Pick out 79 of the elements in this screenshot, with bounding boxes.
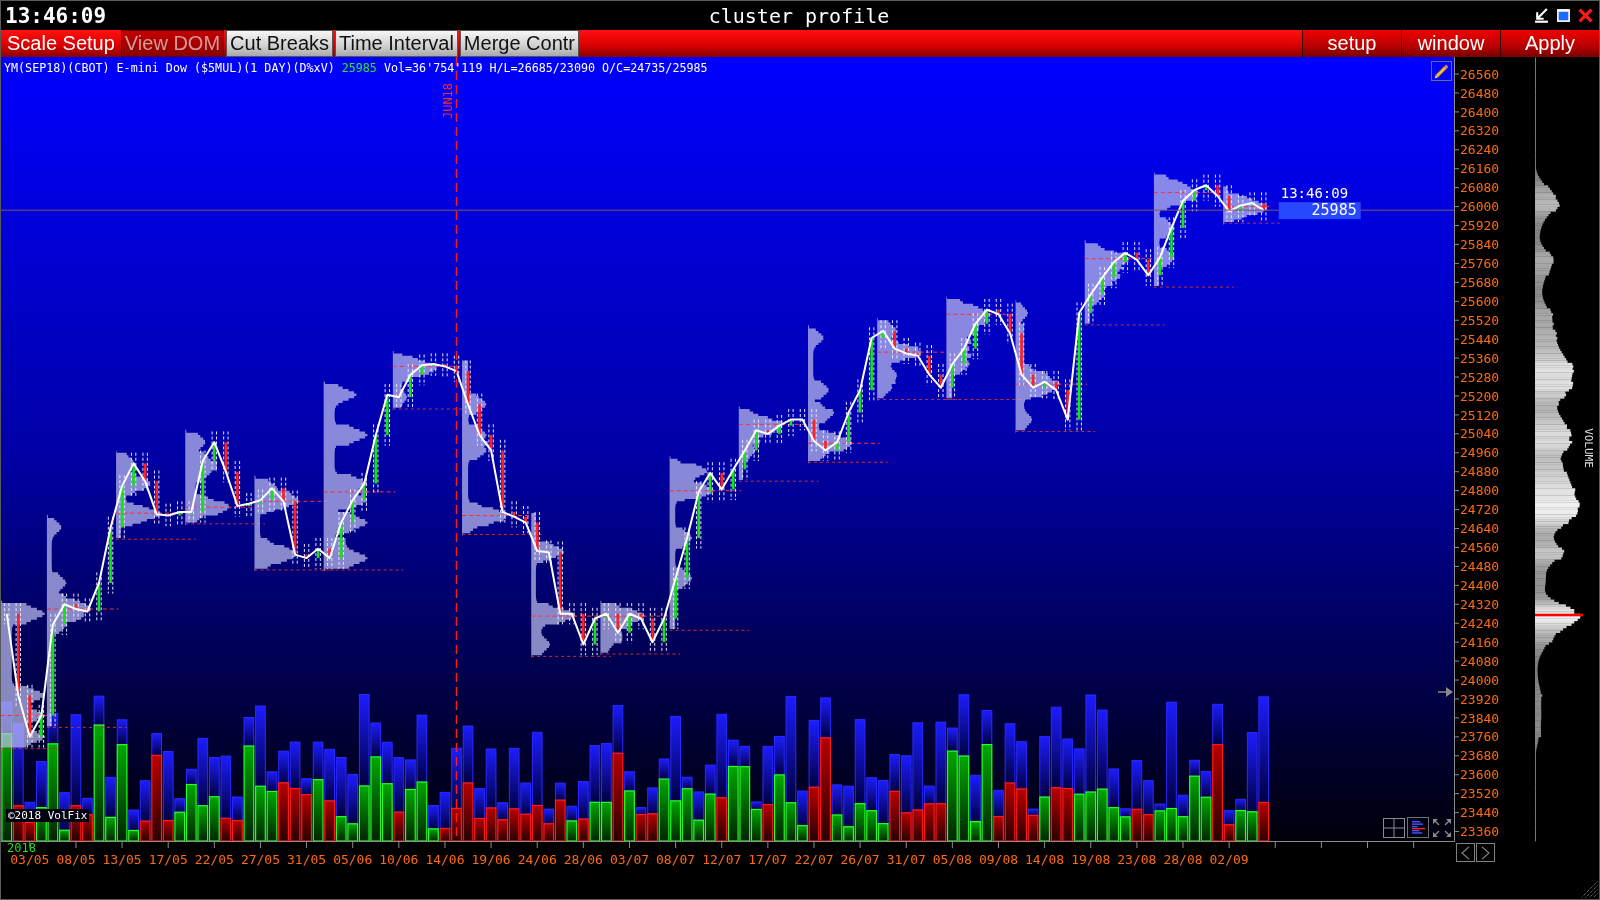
price-axis-label: 23920: [1460, 691, 1500, 707]
price-axis-label: 25920: [1460, 218, 1500, 234]
price-axis-label: 23440: [1460, 805, 1500, 821]
date-axis-label: 28/06: [563, 852, 603, 867]
date-axis-label: 08/05: [56, 852, 96, 867]
date-axis-label: 28/08: [1163, 852, 1203, 867]
price-axis-label: 26480: [1460, 85, 1500, 101]
date-axis-label: 13/05: [102, 852, 142, 867]
last-price-value: 25985: [341, 61, 377, 75]
date-axis-label: 10/06: [379, 852, 419, 867]
price-axis-label: 26240: [1460, 142, 1500, 158]
price-axis-label: 26400: [1460, 104, 1500, 120]
date-axis-label: 24/06: [517, 852, 557, 867]
price-axis-label: 23600: [1460, 767, 1500, 783]
price-axis-label: 24000: [1460, 672, 1500, 688]
clock: 13:46:09: [5, 3, 107, 28]
price-axis-label: 25440: [1460, 331, 1500, 347]
contract-label: JUN18: [440, 82, 455, 120]
date-axis-label: 09/08: [978, 852, 1019, 867]
price-axis-label: 24480: [1460, 559, 1500, 574]
price-axis-label: 23520: [1460, 786, 1500, 802]
price-axis-label: 24800: [1460, 483, 1500, 499]
price-axis-label: 25600: [1460, 293, 1500, 309]
date-axis-label: 08/07: [656, 852, 696, 867]
price-axis-label: 23760: [1460, 729, 1500, 745]
price-axis-label: 25040: [1460, 426, 1500, 442]
chart-info-text: Vol=36'754'119 H/L=26685/23090 O/C=24735/25985: [383, 61, 708, 75]
date-axis-label: 17/07: [748, 852, 788, 867]
date-axis-label: 27/05: [240, 852, 281, 867]
date-axis-label: 12/07: [702, 852, 742, 867]
date-axis-label: 03/05: [10, 852, 50, 867]
year-label: 2018: [7, 841, 36, 855]
price-axis-label: 24160: [1460, 634, 1500, 650]
price-axis-label: 26560: [1460, 66, 1500, 82]
date-axis-label: 22/07: [794, 852, 834, 867]
price-axis-label: 24080: [1460, 653, 1500, 669]
date-axis-label: 14/08: [1025, 852, 1065, 867]
price-axis-label: 25200: [1460, 388, 1500, 404]
price-axis-label: 24640: [1460, 521, 1500, 537]
price-axis-label: 23360: [1460, 824, 1500, 840]
price-axis-label: 25360: [1460, 350, 1500, 366]
date-axis-label: 03/07: [609, 852, 650, 867]
price-axis-label: 24400: [1460, 577, 1500, 593]
price-axis-label: 25120: [1460, 407, 1500, 423]
price-axis-label: 24880: [1460, 464, 1500, 480]
volume-label: VOLUME: [1582, 428, 1595, 468]
price-axis-label: 23840: [1460, 710, 1500, 726]
date-axis-label: 14/06: [425, 852, 465, 867]
price-axis-label: 25760: [1460, 256, 1500, 271]
date-axis-label: 22/05: [194, 852, 234, 867]
price-axis-label: 25280: [1460, 369, 1500, 385]
date-axis-label: 02/09: [1209, 852, 1249, 867]
last-price-time: 13:46:09: [1280, 185, 1349, 202]
date-axis-label: 31/07: [886, 852, 926, 867]
price-axis-label: 24720: [1460, 502, 1500, 518]
date-axis-label: 05/06: [333, 852, 373, 867]
date-axis-label: 05/08: [932, 852, 972, 867]
price-axis-label: 26080: [1460, 180, 1500, 196]
price-axis-label: 26160: [1460, 161, 1500, 177]
last-price-tag: 25985: [1278, 201, 1361, 220]
price-axis-label: 26320: [1460, 123, 1500, 139]
date-axis-label: 17/05: [148, 852, 188, 867]
price-axis-label: 24240: [1460, 615, 1500, 631]
date-axis-label: 23/08: [1117, 852, 1157, 867]
price-axis-label: 25840: [1460, 237, 1500, 253]
price-axis-label: 25680: [1460, 274, 1500, 290]
date-axis-label: 26/07: [840, 852, 880, 867]
ref-line-label: 25985: [1311, 201, 1357, 220]
date-axis-label: 19/08: [1071, 852, 1111, 867]
price-axis-label: 23680: [1460, 748, 1500, 764]
price-axis-label: 26000: [1460, 199, 1500, 215]
price-axis-label: 24960: [1460, 445, 1500, 461]
price-axis-label: 24320: [1460, 596, 1500, 612]
date-axis-label: 19/06: [471, 852, 511, 867]
chart-info-text: YM(SEP18)(CBOT) E-mini Dow ($5MUL)(1 DAY)(D%xV): [4, 61, 335, 75]
date-axis-label: 31/05: [287, 852, 327, 867]
window-title: cluster profile: [708, 3, 890, 28]
price-axis-label: 24560: [1460, 540, 1500, 556]
price-axis-label: 25520: [1460, 312, 1500, 328]
